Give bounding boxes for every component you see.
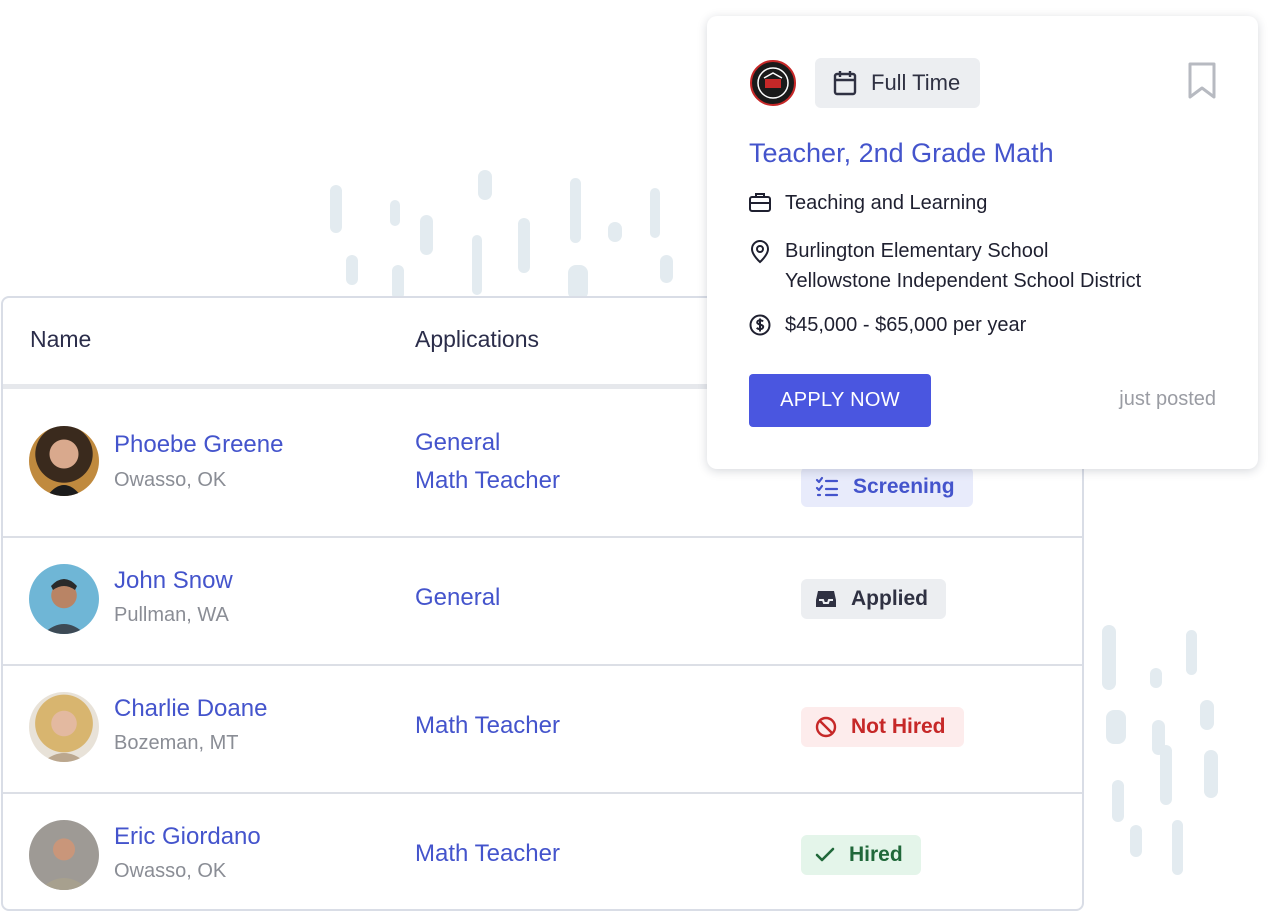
status-badge-screening[interactable]: Screening (801, 467, 973, 507)
list-check-icon (815, 476, 839, 497)
table-row[interactable]: Charlie Doane Bozeman, MT Math Teacher N… (3, 666, 1082, 794)
application-link[interactable]: Math Teacher (415, 840, 560, 868)
avatar[interactable] (29, 426, 99, 496)
school-district-logo (750, 60, 796, 106)
decorative-marks-top (330, 170, 690, 300)
avatar[interactable] (29, 692, 99, 762)
district-name: Yellowstone Independent School District (785, 270, 1142, 292)
application-link[interactable]: Math Teacher (415, 712, 560, 740)
inbox-icon (816, 591, 836, 607)
candidate-name[interactable]: Charlie Doane (114, 695, 267, 723)
dollar-circle-icon (749, 314, 771, 336)
job-location: Burlington Elementary School Yellowstone… (749, 236, 1141, 296)
application-link[interactable]: General (415, 429, 500, 457)
status-label: Applied (851, 587, 928, 610)
status-badge-not-hired[interactable]: Not Hired (801, 707, 964, 747)
candidate-location: Owasso, OK (114, 469, 227, 491)
avatar[interactable] (29, 564, 99, 634)
avatar[interactable] (29, 820, 99, 890)
check-icon (815, 847, 835, 862)
job-type-badge: Full Time (815, 58, 981, 108)
map-pin-icon (750, 240, 770, 264)
status-label: Not Hired (851, 715, 946, 738)
job-department: Teaching and Learning (749, 188, 987, 218)
status-label: Hired (849, 843, 903, 866)
bookmark-icon[interactable] (1187, 62, 1217, 100)
table-row[interactable]: John Snow Pullman, WA General Applied (3, 538, 1082, 666)
calendar-icon (833, 71, 857, 96)
column-header-name[interactable]: Name (30, 326, 91, 353)
job-salary: $45,000 - $65,000 per year (749, 310, 1026, 340)
candidate-name[interactable]: Eric Giordano (114, 823, 261, 851)
status-badge-applied[interactable]: Applied (801, 579, 946, 619)
status-badge-hired[interactable]: Hired (801, 835, 921, 875)
status-label: Screening (853, 475, 955, 498)
salary-text: $45,000 - $65,000 per year (785, 314, 1027, 336)
apply-now-button[interactable]: APPLY NOW (749, 374, 931, 427)
candidate-location: Pullman, WA (114, 604, 229, 626)
posted-time: just posted (1119, 388, 1216, 410)
briefcase-icon (749, 193, 771, 212)
job-posting-card[interactable]: Full Time Teacher, 2nd Grade Math Teachi… (707, 16, 1258, 469)
candidate-location: Owasso, OK (114, 860, 227, 882)
job-title[interactable]: Teacher, 2nd Grade Math (749, 138, 1054, 169)
candidate-name[interactable]: John Snow (114, 567, 233, 595)
decorative-marks-right (1100, 620, 1230, 880)
candidate-location: Bozeman, MT (114, 732, 239, 754)
table-row[interactable]: Eric Giordano Owasso, OK Math Teacher Hi… (3, 794, 1082, 909)
department-text: Teaching and Learning (785, 192, 988, 214)
ban-icon (815, 716, 837, 738)
school-name: Burlington Elementary School (785, 240, 1049, 262)
application-link[interactable]: Math Teacher (415, 467, 560, 495)
job-type-label: Full Time (871, 70, 961, 95)
application-link[interactable]: General (415, 584, 500, 612)
candidate-name[interactable]: Phoebe Greene (114, 431, 283, 459)
column-header-applications[interactable]: Applications (415, 326, 539, 353)
